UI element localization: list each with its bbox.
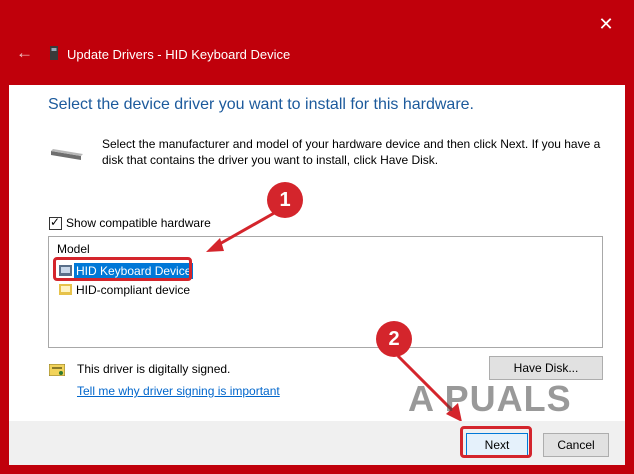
- list-item-label: HID-compliant device: [76, 283, 191, 297]
- show-compatible-checkbox[interactable]: ✓: [49, 215, 62, 230]
- step-badge-2: 2: [376, 321, 412, 357]
- page-heading: Select the device driver you want to ins…: [48, 96, 474, 113]
- back-arrow-icon[interactable]: ←: [16, 44, 34, 62]
- model-column-header: Model: [57, 242, 90, 256]
- model-listbox[interactable]: Model HID Keyboard Device HID-compliant …: [48, 236, 603, 348]
- instruction-text: Select the manufacturer and model of you…: [102, 137, 601, 167]
- step-badge-1: 1: [267, 182, 303, 218]
- device-manager-icon: [50, 46, 58, 60]
- driver-icon: [59, 284, 72, 295]
- certificate-icon: [49, 364, 65, 376]
- signed-status-text: This driver is digitally signed.: [77, 362, 231, 376]
- close-icon[interactable]: ✕: [596, 14, 616, 34]
- show-compatible-label: Show compatible hardware: [66, 216, 211, 230]
- title-bar: ✕ ← Update Drivers - HID Keyboard Device: [0, 0, 634, 85]
- have-disk-button[interactable]: Have Disk...: [489, 356, 603, 380]
- annotation-highlight-hid-keyboard: [53, 257, 192, 281]
- checkmark-icon: ✓: [50, 215, 61, 229]
- cancel-button[interactable]: Cancel: [543, 433, 609, 457]
- window-title: Update Drivers - HID Keyboard Device: [67, 47, 291, 62]
- driver-signing-link[interactable]: Tell me why driver signing is important: [77, 384, 280, 398]
- keyboard-icon: [51, 149, 83, 160]
- annotation-highlight-next: [460, 426, 532, 458]
- list-item-hid-compliant[interactable]: HID-compliant device: [57, 281, 257, 299]
- dialog-footer: [9, 421, 625, 465]
- watermark-logo: A PUALS: [408, 378, 572, 419]
